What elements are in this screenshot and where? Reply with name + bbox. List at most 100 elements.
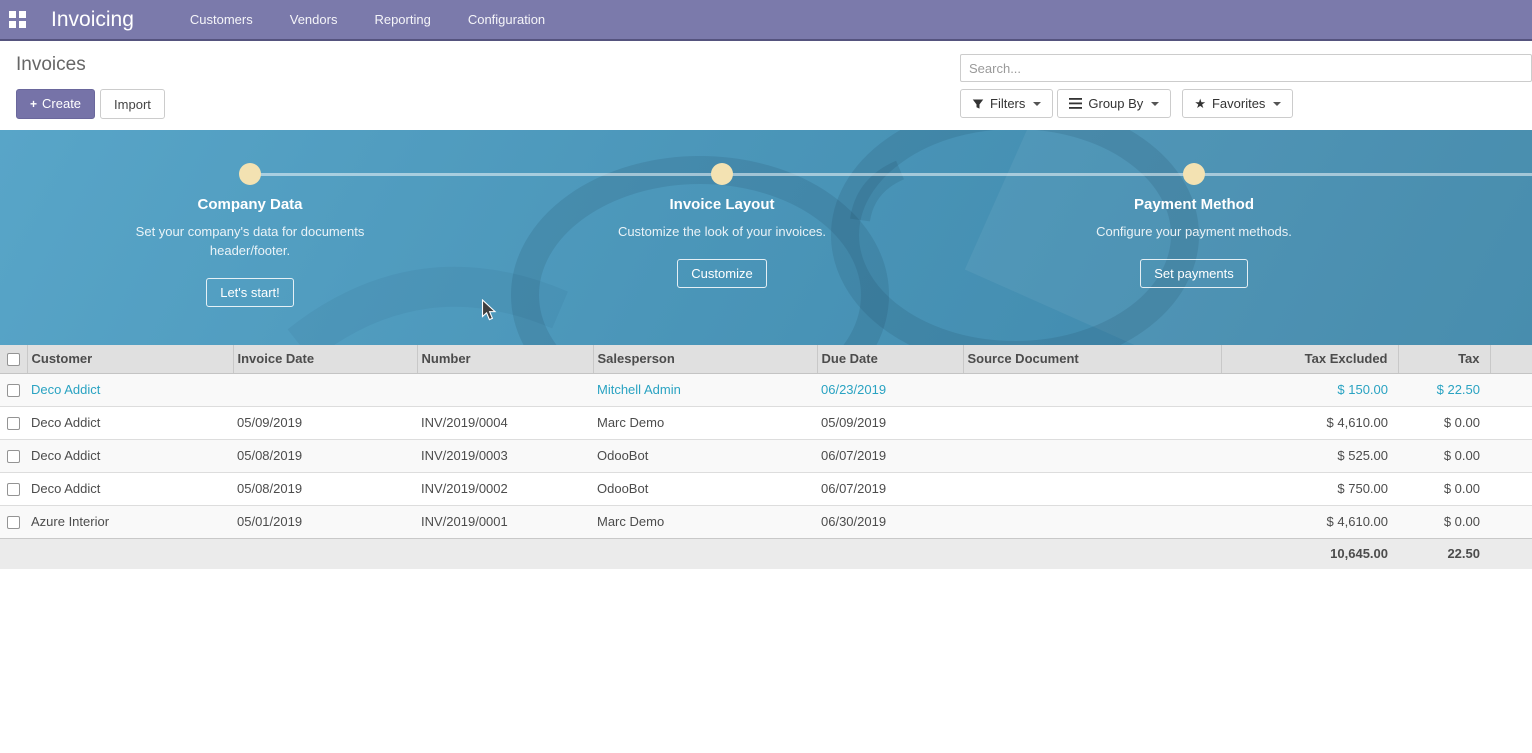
create-button-label: Create bbox=[42, 96, 81, 111]
cell-salesperson: Marc Demo bbox=[593, 406, 817, 439]
cell-due-date: 06/30/2019 bbox=[817, 505, 963, 538]
cell-salesperson: OdooBot bbox=[593, 472, 817, 505]
table-header-row: Customer Invoice Date Number Salesperson… bbox=[0, 345, 1532, 373]
plus-icon: + bbox=[30, 97, 37, 111]
cell-tax-excluded: $ 525.00 bbox=[1221, 439, 1398, 472]
col-header-due-date[interactable]: Due Date bbox=[817, 345, 963, 373]
cell-salesperson: Marc Demo bbox=[593, 505, 817, 538]
favorites-label: Favorites bbox=[1212, 96, 1265, 111]
cell-salesperson: OdooBot bbox=[593, 439, 817, 472]
group-by-dropdown-button[interactable]: Group By bbox=[1057, 89, 1171, 118]
cell-source-document bbox=[963, 505, 1221, 538]
col-header-tax[interactable]: Tax bbox=[1398, 345, 1490, 373]
cell-source-document bbox=[963, 406, 1221, 439]
row-checkbox-cell bbox=[0, 406, 27, 439]
search-input[interactable] bbox=[960, 54, 1532, 82]
cell-tax: $ 0.00 bbox=[1398, 406, 1490, 439]
search-controls: Filters Group By ★ Favorites bbox=[960, 89, 1532, 118]
totals-row: 10,645.00 22.50 bbox=[0, 538, 1532, 569]
table-row[interactable]: Azure Interior 05/01/2019 INV/2019/0001 … bbox=[0, 505, 1532, 538]
set-payments-button[interactable]: Set payments bbox=[1140, 259, 1248, 288]
apps-menu-icon[interactable] bbox=[9, 11, 26, 28]
top-navbar: Invoicing Customers Vendors Reporting Co… bbox=[0, 0, 1532, 41]
row-checkbox-cell bbox=[0, 505, 27, 538]
cell-tax: $ 0.00 bbox=[1398, 439, 1490, 472]
cell-number: INV/2019/0003 bbox=[417, 439, 593, 472]
invoicing-app-window: Invoicing Customers Vendors Reporting Co… bbox=[0, 0, 1532, 753]
col-header-invoice-date[interactable]: Invoice Date bbox=[233, 345, 417, 373]
row-checkbox-cell bbox=[0, 472, 27, 505]
nav-item-vendors[interactable]: Vendors bbox=[290, 12, 338, 27]
col-header-trailing bbox=[1490, 345, 1532, 373]
step-description: Set your company's data for documents he… bbox=[135, 222, 365, 260]
chevron-down-icon bbox=[1273, 102, 1281, 106]
nav-item-configuration[interactable]: Configuration bbox=[468, 12, 545, 27]
cell-invoice-date: 05/08/2019 bbox=[233, 472, 417, 505]
col-header-salesperson[interactable]: Salesperson bbox=[593, 345, 817, 373]
col-header-tax-excluded[interactable]: Tax Excluded bbox=[1221, 345, 1398, 373]
control-panel-right: Filters Group By ★ Favorites bbox=[960, 54, 1532, 130]
cell-number: INV/2019/0002 bbox=[417, 472, 593, 505]
row-checkbox[interactable] bbox=[7, 384, 20, 397]
favorites-dropdown-button[interactable]: ★ Favorites bbox=[1182, 89, 1293, 118]
app-title[interactable]: Invoicing bbox=[51, 8, 134, 32]
filters-dropdown-button[interactable]: Filters bbox=[960, 89, 1053, 118]
row-checkbox[interactable] bbox=[7, 417, 20, 430]
table-row[interactable]: Deco Addict Mitchell Admin 06/23/2019 $ … bbox=[0, 373, 1532, 406]
col-header-number[interactable]: Number bbox=[417, 345, 593, 373]
cell-tax: $ 0.00 bbox=[1398, 472, 1490, 505]
create-button[interactable]: + Create bbox=[16, 89, 95, 119]
select-all-checkbox[interactable] bbox=[7, 353, 20, 366]
filters-label: Filters bbox=[990, 96, 1025, 111]
import-button[interactable]: Import bbox=[100, 89, 165, 119]
col-header-customer[interactable]: Customer bbox=[27, 345, 233, 373]
group-by-bars-icon bbox=[1069, 98, 1082, 109]
cell-due-date: 06/07/2019 bbox=[817, 472, 963, 505]
table-row[interactable]: Deco Addict 05/08/2019 INV/2019/0002 Odo… bbox=[0, 472, 1532, 505]
cell-customer: Deco Addict bbox=[27, 472, 233, 505]
cell-tax-excluded: $ 150.00 bbox=[1221, 373, 1398, 406]
step-dot-company-data bbox=[239, 163, 261, 185]
chevron-down-icon bbox=[1151, 102, 1159, 106]
cell-source-document bbox=[963, 373, 1221, 406]
cell-source-document bbox=[963, 439, 1221, 472]
nav-item-customers[interactable]: Customers bbox=[190, 12, 253, 27]
row-checkbox-cell bbox=[0, 373, 27, 406]
totals-spacer bbox=[0, 538, 1221, 569]
chevron-down-icon bbox=[1033, 102, 1041, 106]
step-dot-invoice-layout bbox=[711, 163, 733, 185]
select-all-cell bbox=[0, 345, 27, 373]
cell-due-date: 05/09/2019 bbox=[817, 406, 963, 439]
cell-due-date: 06/23/2019 bbox=[817, 373, 963, 406]
total-tax: 22.50 bbox=[1398, 538, 1490, 569]
step-description: Customize the look of your invoices. bbox=[607, 222, 837, 241]
lets-start-button[interactable]: Let's start! bbox=[206, 278, 294, 307]
cell-due-date: 06/07/2019 bbox=[817, 439, 963, 472]
row-checkbox[interactable] bbox=[7, 483, 20, 496]
cell-invoice-date bbox=[233, 373, 417, 406]
cell-number bbox=[417, 373, 593, 406]
nav-menu: Customers Vendors Reporting Configuratio… bbox=[190, 12, 545, 27]
step-title: Payment Method bbox=[1034, 196, 1354, 213]
row-checkbox-cell bbox=[0, 439, 27, 472]
cell-tax-excluded: $ 4,610.00 bbox=[1221, 505, 1398, 538]
row-checkbox[interactable] bbox=[7, 516, 20, 529]
cell-tax: $ 22.50 bbox=[1398, 373, 1490, 406]
cell-trailing bbox=[1490, 439, 1532, 472]
control-panel-left: Invoices +Create Import bbox=[16, 54, 165, 130]
row-checkbox[interactable] bbox=[7, 450, 20, 463]
table-row[interactable]: Deco Addict 05/08/2019 INV/2019/0003 Odo… bbox=[0, 439, 1532, 472]
control-panel: Invoices +Create Import Filters Group By bbox=[0, 41, 1532, 130]
onboarding-step-invoice-layout: Invoice Layout Customize the look of you… bbox=[562, 196, 882, 288]
cell-source-document bbox=[963, 472, 1221, 505]
nav-item-reporting[interactable]: Reporting bbox=[374, 12, 430, 27]
filter-funnel-icon bbox=[972, 98, 984, 110]
group-by-label: Group By bbox=[1088, 96, 1143, 111]
cell-trailing bbox=[1490, 373, 1532, 406]
col-header-source-document[interactable]: Source Document bbox=[963, 345, 1221, 373]
customize-button[interactable]: Customize bbox=[677, 259, 766, 288]
cell-trailing bbox=[1490, 406, 1532, 439]
invoice-table-body: Deco Addict Mitchell Admin 06/23/2019 $ … bbox=[0, 373, 1532, 538]
table-row[interactable]: Deco Addict 05/09/2019 INV/2019/0004 Mar… bbox=[0, 406, 1532, 439]
star-icon: ★ bbox=[1194, 97, 1206, 110]
